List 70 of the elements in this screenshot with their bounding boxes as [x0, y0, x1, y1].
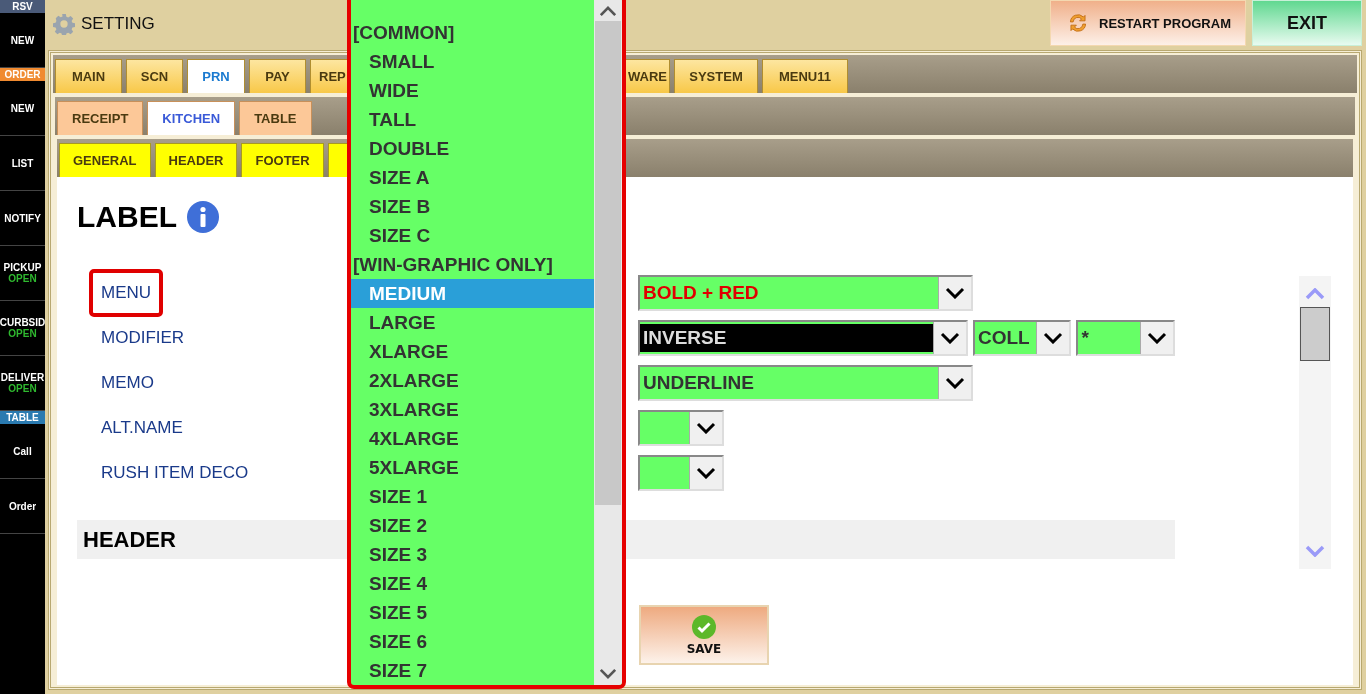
- dropdown[interactable]: *: [1076, 320, 1175, 356]
- setting-label[interactable]: ALT.NAME: [89, 404, 195, 452]
- list-option[interactable]: DOUBLE: [351, 134, 594, 163]
- tab[interactable]: MENU11: [762, 59, 848, 93]
- list-option[interactable]: SIZE 7: [351, 656, 594, 685]
- sidebar-section-header: TABLE: [0, 411, 45, 424]
- list-option[interactable]: TALL: [351, 105, 594, 134]
- list-option[interactable]: 5XLARGE: [351, 453, 594, 482]
- chevron-down-icon: [599, 668, 617, 679]
- setting-label[interactable]: MEMO: [89, 359, 166, 407]
- list-option[interactable]: 2XLARGE: [351, 366, 594, 395]
- chevron-up-icon: [1305, 288, 1325, 300]
- list-option[interactable]: XLARGE: [351, 337, 594, 366]
- dropdown[interactable]: UNDERLINE: [638, 365, 973, 401]
- chevron-down-icon: [696, 422, 716, 434]
- setting-label[interactable]: RUSH ITEM DECO: [89, 449, 261, 497]
- list-option[interactable]: SIZE C: [351, 221, 594, 250]
- tab[interactable]: RECEIPT: [57, 101, 144, 135]
- setting-label[interactable]: MODIFIER: [89, 314, 197, 362]
- tab[interactable]: FOOTER: [241, 143, 324, 177]
- sidebar-section-header: ORDER: [0, 68, 45, 81]
- dropdown[interactable]: [638, 410, 724, 446]
- restart-program-button[interactable]: RESTART PROGRAM: [1050, 0, 1246, 46]
- scrollbar[interactable]: [1299, 276, 1331, 569]
- gear-icon: [53, 12, 75, 35]
- dropdown[interactable]: [638, 455, 724, 491]
- chevron-down-icon: [1305, 545, 1325, 557]
- tab[interactable]: GENERAL: [59, 143, 151, 177]
- tab[interactable]: KITCHEN: [147, 101, 236, 135]
- list-option[interactable]: 4XLARGE: [351, 424, 594, 453]
- checkmark-icon: [692, 614, 716, 639]
- dropdown[interactable]: INVERSE: [638, 320, 968, 356]
- tab[interactable]: MAIN: [55, 59, 122, 93]
- list-option[interactable]: SIZE 5: [351, 598, 594, 627]
- scrollbar-thumb[interactable]: [1300, 307, 1330, 361]
- tab[interactable]: PAY: [249, 59, 306, 93]
- setting-label[interactable]: MENU: [89, 269, 164, 317]
- chevron-up-icon: [599, 6, 617, 17]
- dropdown[interactable]: COLL: [972, 320, 1072, 356]
- chevron-down-icon: [945, 287, 965, 299]
- sidebar-section-header: RSV: [0, 0, 45, 13]
- tab[interactable]: TABLE: [239, 101, 312, 135]
- tab[interactable]: SCN: [126, 59, 183, 93]
- chevron-down-icon: [945, 377, 965, 389]
- list-option[interactable]: SIZE 1: [351, 482, 594, 511]
- section-title: LABEL: [77, 200, 177, 234]
- list-option[interactable]: SIZE 4: [351, 569, 594, 598]
- info-icon[interactable]: [187, 201, 219, 233]
- list-option[interactable]: WIDE: [351, 76, 594, 105]
- list-group-header: [WIN-GRAPHIC ONLY]: [352, 253, 554, 277]
- exit-button[interactable]: EXIT: [1252, 0, 1362, 46]
- chevron-down-icon: [696, 467, 716, 479]
- list-option[interactable]: SIZE 6: [351, 627, 594, 656]
- tab[interactable]: SYSTEM: [674, 59, 758, 93]
- chevron-down-icon: [1043, 332, 1064, 344]
- chevron-down-icon: [1147, 332, 1167, 344]
- tab[interactable]: PRN: [187, 59, 245, 93]
- list-option[interactable]: SIZE A: [351, 163, 594, 192]
- scrollbar[interactable]: [594, 0, 622, 685]
- list-option[interactable]: SMALL: [351, 47, 594, 76]
- list-option[interactable]: LARGE: [351, 308, 594, 337]
- dropdown[interactable]: BOLD + RED: [638, 275, 973, 311]
- chevron-down-icon: [939, 332, 960, 344]
- tab[interactable]: HEADER: [154, 143, 238, 177]
- save-button[interactable]: SAVE: [639, 605, 769, 665]
- window-title: SETTING: [81, 13, 155, 34]
- list-option[interactable]: SIZE B: [351, 192, 594, 221]
- scrollbar-thumb[interactable]: [595, 21, 621, 505]
- list-group-header: [COMMON]: [352, 21, 456, 45]
- list-option[interactable]: 3XLARGE: [351, 395, 594, 424]
